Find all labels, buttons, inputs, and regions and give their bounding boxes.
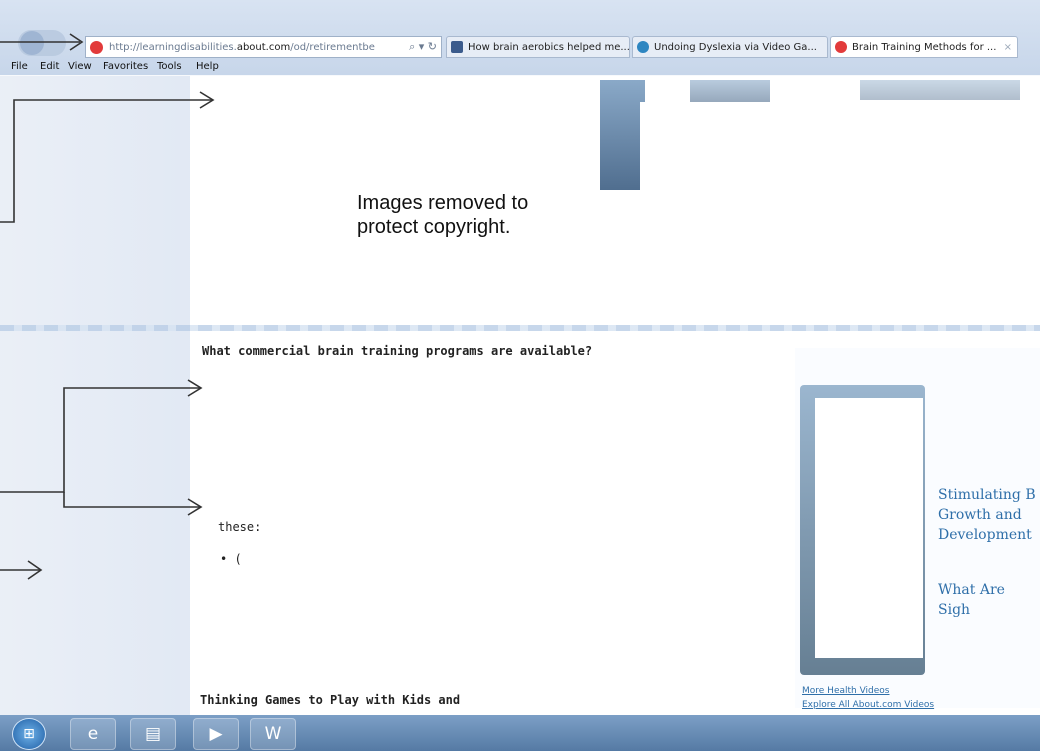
search-refresh-icon[interactable]: ⌕ ▾ ↻ — [409, 40, 437, 54]
start-button[interactable]: ⊞ — [12, 718, 46, 750]
video-link-brain-growth[interactable]: Stimulating B Growth and Development — [938, 485, 1036, 545]
copyright-line-2: protect copyright. — [357, 216, 511, 238]
address-bar[interactable]: http://learningdisabilities.about.com/od… — [85, 36, 442, 58]
menu-bar: File Edit View Favorites Tools Help — [0, 60, 1040, 76]
tab-close-icon[interactable]: × — [1004, 42, 1012, 53]
tab-favicon-icon — [451, 41, 463, 53]
redacted-video-thumbnail — [815, 398, 923, 658]
screenshot-page: http://learningdisabilities.about.com/od… — [0, 0, 1040, 751]
video-link-sight[interactable]: What Are Sigh — [938, 580, 1040, 620]
list-item-fragment: • ( — [220, 552, 242, 566]
tab-favicon-icon — [637, 41, 649, 53]
site-favicon-icon — [90, 40, 103, 54]
divider-strip — [0, 325, 1040, 331]
link-line: Development — [938, 527, 1032, 543]
tab-label: Undoing Dyslexia via Video Ga... — [654, 41, 817, 53]
back-button[interactable] — [20, 31, 44, 55]
menu-view[interactable]: View — [68, 61, 92, 72]
explore-videos-link[interactable]: Explore All About.com Videos — [802, 700, 934, 710]
section-heading: What commercial brain training programs … — [202, 344, 593, 358]
ie-taskbar-icon[interactable]: e — [70, 718, 116, 750]
menu-file[interactable]: File — [11, 61, 28, 72]
article-photo-edge — [860, 80, 1020, 100]
explorer-taskbar-icon[interactable]: ▤ — [130, 718, 176, 750]
tab-label: Brain Training Methods for ... — [852, 41, 997, 53]
media-taskbar-icon[interactable]: ▶ — [193, 718, 239, 750]
next-section-heading: Thinking Games to Play with Kids and — [200, 693, 461, 707]
text-fragment: these: — [218, 520, 262, 534]
more-health-videos-link[interactable]: More Health Videos — [802, 686, 890, 696]
article-photo-edge — [600, 80, 645, 190]
word-taskbar-icon[interactable]: W — [250, 718, 296, 750]
link-line: Stimulating B — [938, 487, 1036, 503]
menu-favorites[interactable]: Favorites — [103, 61, 148, 72]
redacted-image-area — [640, 102, 1040, 330]
menu-tools[interactable]: Tools — [157, 61, 182, 72]
tab-brain-aerobics[interactable]: How brain aerobics helped me... — [446, 36, 630, 58]
menu-help[interactable]: Help — [196, 61, 219, 72]
link-line: Growth and — [938, 507, 1022, 523]
copyright-line-1: Images removed to — [357, 192, 529, 214]
copyright-notice: Images removed to protect copyright. — [357, 191, 528, 239]
menu-edit[interactable]: Edit — [40, 61, 59, 72]
tab-undoing-dyslexia[interactable]: Undoing Dyslexia via Video Ga... — [632, 36, 828, 58]
tab-label: How brain aerobics helped me... — [468, 41, 630, 53]
windows-taskbar: ⊞ e ▤ ▶ W — [0, 715, 1040, 751]
tab-brain-training-methods[interactable]: Brain Training Methods for ... × — [830, 36, 1018, 58]
page-left-margin — [0, 76, 190, 716]
tab-favicon-icon — [835, 41, 847, 53]
url-text: http://learningdisabilities.about.com/od… — [109, 41, 375, 53]
article-photo-edge — [690, 80, 770, 102]
